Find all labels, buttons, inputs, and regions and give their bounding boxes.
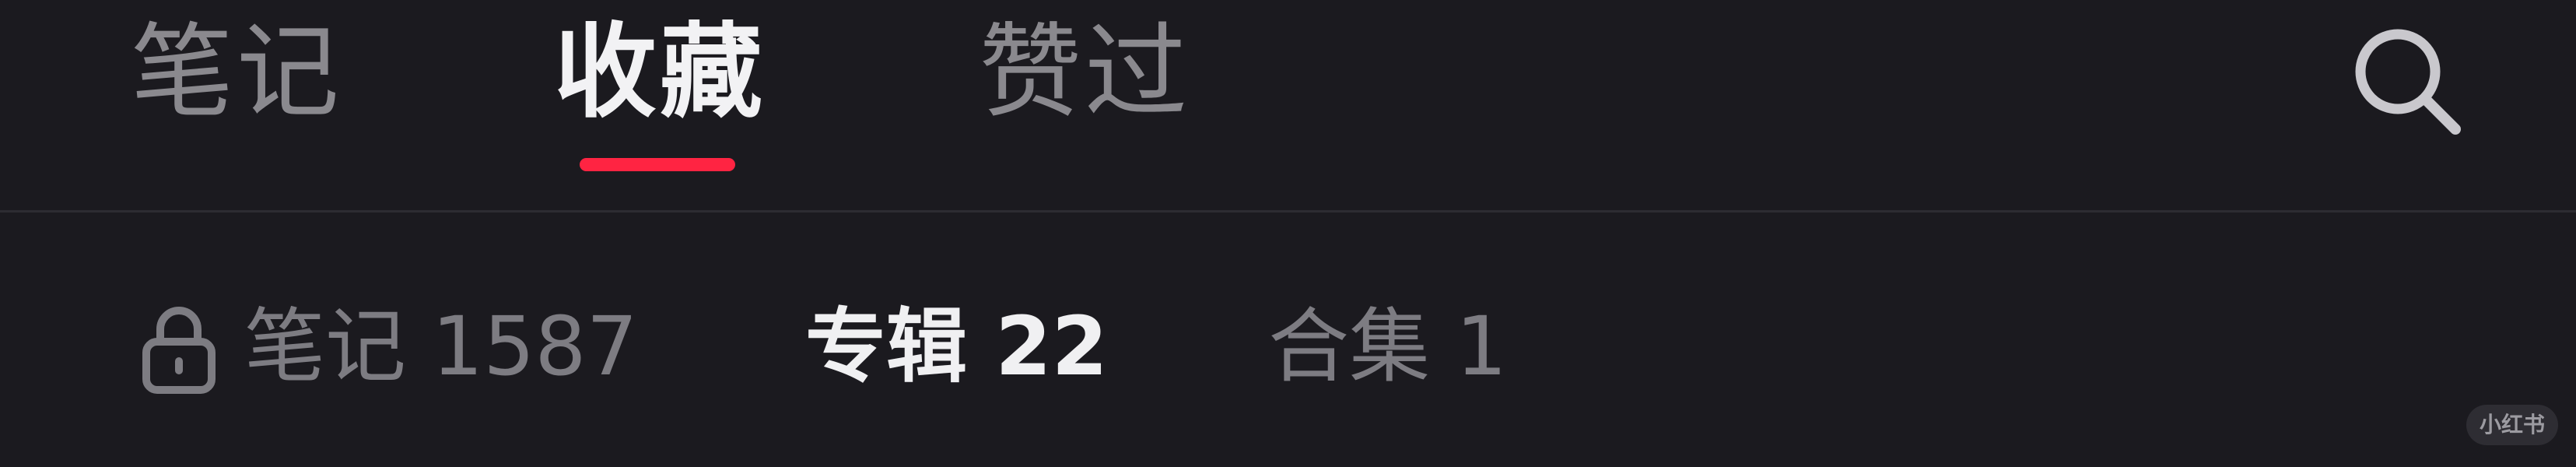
main-tab-bar: 笔记 收藏 赞过 xyxy=(0,0,2576,210)
subtab-notes[interactable]: 笔记 1587 xyxy=(140,292,638,401)
subtab-albums[interactable]: 专辑 22 xyxy=(805,292,1108,401)
tab-divider xyxy=(0,210,2576,212)
search-icon xyxy=(2355,29,2461,135)
lock-icon xyxy=(140,301,218,395)
tab-notes[interactable]: 笔记 xyxy=(131,6,342,139)
active-tab-indicator xyxy=(580,158,735,171)
tab-liked[interactable]: 赞过 xyxy=(979,6,1190,139)
subtab-collections[interactable]: 合集 1 xyxy=(1268,292,1507,401)
profile-content-header: 笔记 收藏 赞过 笔记 1587 专辑 22 合集 1 小红书 xyxy=(0,0,2576,467)
tab-collections[interactable]: 收藏 xyxy=(554,6,766,139)
search-button[interactable] xyxy=(2350,23,2466,140)
xiaohongshu-watermark: 小红书 xyxy=(2466,405,2558,445)
subtab-notes-label: 笔记 1587 xyxy=(244,299,638,394)
